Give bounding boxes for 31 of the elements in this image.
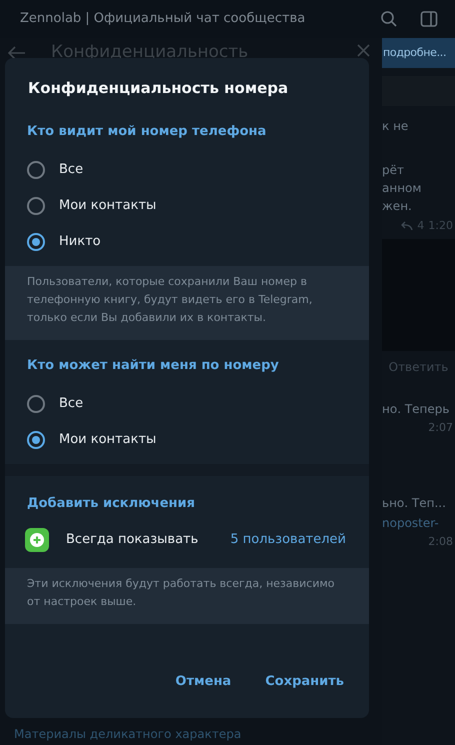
message-time: 2:07 [428,420,454,434]
message-time: 2:08 [428,534,454,548]
window-title: Zennolab | Официальный чат сообщества [20,10,306,28]
link-button[interactable]: подробне... [382,38,455,68]
message-text: ьно. Теп... [382,494,447,510]
radio-option[interactable]: Все [5,386,369,422]
exception-label: Всегда показывать [66,531,198,550]
message-text: жен. [382,198,413,214]
search-icon[interactable] [380,10,398,28]
message-text: к не [382,118,410,134]
section-header: Кто видит мой номер телефона [26,123,268,142]
info-note: Эти исключения будут работать всегда, независимо от настроек выше. [27,576,336,610]
exception-row[interactable]: Всегда показывать 5 пользователей [5,520,369,560]
radio-option[interactable]: Мои контакты [5,422,369,458]
dialog-button[interactable]: Сохранить [265,672,344,692]
info-note: Пользователи, которые сохранили Ваш номер в телефонную книгу, будут видеть его в Telegram, только если Вы добавили их в контакты. [27,274,314,326]
radio-option[interactable]: Все [5,152,369,188]
message-text: но. Теперь [382,400,450,416]
section-header: Кто может найти меня по номеру [26,357,280,376]
message-text: рёт [382,162,405,178]
add-user-icon [25,528,49,552]
forward-icon [401,221,414,232]
dialog-button[interactable]: Отмена [175,672,232,692]
radio-option[interactable]: Никто [5,224,369,260]
message-text: анном [382,180,422,196]
dialog-title: Конфиденциальность номера [27,78,290,99]
sidebar-toggle-icon[interactable] [420,10,438,28]
section-header: Добавить исключения [26,495,196,514]
radio-option[interactable]: Мои контакты [5,188,369,224]
settings-item: Материалы деликатного характера [14,726,242,743]
exception-count: 5 пользователей [230,531,346,550]
